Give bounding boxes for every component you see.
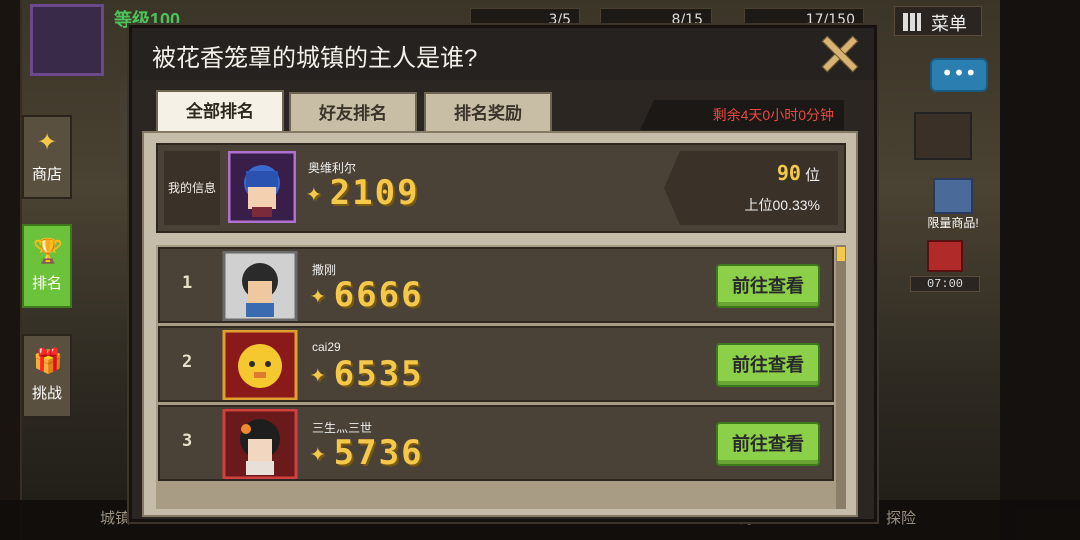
player-score: ✦ 6535 — [310, 354, 424, 394]
side-tab-shop-label: 商店 — [31, 166, 62, 183]
ranking-dialog: 被花香笼罩的城镇的主人是谁? 全部排名 好友排名 排名奖励 剩余4天0小时0分钟… — [129, 25, 877, 522]
trophy-icon: 🏆 — [33, 238, 63, 265]
my-avatar — [228, 151, 296, 223]
right-frame — [1000, 0, 1080, 540]
remaining-time: 剩余4天0小时0分钟 — [640, 100, 844, 130]
player-avatar-2[interactable] — [222, 330, 298, 400]
my-position-unit: 位 — [804, 167, 820, 184]
my-position-value: 90 — [776, 161, 801, 185]
ranking-row: 2 cai29 ✦ 6535 前往查看 — [158, 326, 834, 402]
sparkle-star-icon: ✦ — [310, 438, 328, 468]
nav-town[interactable]: 城镇 — [100, 507, 130, 528]
side-tab-rank-label: 排名 — [31, 275, 62, 292]
player-avatar-3[interactable] — [222, 409, 298, 479]
storage-box-icon[interactable] — [914, 112, 972, 160]
dialog-header: 被花香笼罩的城镇的主人是谁? — [132, 28, 874, 80]
close-x-icon[interactable] — [818, 32, 860, 74]
menu-label: 菜单 — [931, 14, 967, 35]
sparkle-icon: ✦ — [36, 129, 58, 156]
sparkle-star-icon: ✦ — [306, 178, 324, 208]
chat-bubble-icon: ••• — [941, 61, 977, 85]
my-info-label: 我的信息 — [164, 151, 220, 225]
sparkle-star-icon: ✦ — [310, 280, 328, 310]
my-info-row: 我的信息 奥维利尔 ✦ 2109 90 位 上位00.33% — [156, 143, 846, 233]
my-percentile: 上位00.33% — [744, 197, 820, 213]
scrollbar-thumb[interactable] — [837, 247, 845, 261]
grid-icon — [903, 13, 921, 31]
limited-offer[interactable]: 限量商品! — [924, 178, 982, 240]
chat-button[interactable]: ••• — [930, 58, 988, 92]
sparkle-star-icon: ✦ — [310, 359, 328, 389]
limited-label: 限量商品! — [927, 216, 979, 230]
red-gift-icon — [927, 240, 963, 272]
tab-friend-rankings[interactable]: 好友排名 — [289, 92, 417, 132]
view-button[interactable]: 前往查看 — [716, 422, 820, 466]
player-score-value: 6535 — [333, 354, 424, 394]
timed-gift[interactable]: 07:00 — [910, 240, 980, 298]
my-rank-box: 90 位 上位00.33% — [664, 151, 838, 225]
player-score: ✦ 6666 — [310, 275, 424, 315]
player-score: ✦ 5736 — [310, 433, 424, 473]
ranking-list[interactable]: 1 撒刚 ✦ 6666 前往查看 2 cai29 ✦ 6535 前往查看 3 三… — [156, 245, 846, 509]
player-name: cai29 — [312, 340, 341, 354]
side-tab-rank[interactable]: 🏆 排名 — [22, 224, 72, 308]
player-score-value: 6666 — [333, 275, 424, 315]
ranking-row: 1 撒刚 ✦ 6666 前往查看 — [158, 247, 834, 323]
player-avatar-1[interactable] — [222, 251, 298, 321]
gift-timer: 07:00 — [910, 276, 980, 292]
rank-number: 1 — [182, 273, 193, 293]
ranking-row: 3 三生灬三世 ✦ 5736 前往查看 — [158, 405, 834, 481]
limited-gift-icon — [933, 178, 973, 214]
rank-number: 2 — [182, 352, 193, 372]
list-scrollbar[interactable] — [836, 245, 846, 509]
left-frame — [0, 0, 22, 540]
tab-all-rankings[interactable]: 全部排名 — [156, 90, 284, 132]
my-score-value: 2109 — [329, 173, 420, 213]
tab-ranking-rewards[interactable]: 排名奖励 — [424, 92, 552, 132]
view-button[interactable]: 前往查看 — [716, 343, 820, 387]
ranking-content: 我的信息 奥维利尔 ✦ 2109 90 位 上位00.33% 1 撒刚 ✦ 66… — [142, 131, 858, 517]
view-button[interactable]: 前往查看 — [716, 264, 820, 308]
rank-number: 3 — [182, 431, 193, 451]
dialog-title: 被花香笼罩的城镇的主人是谁? — [152, 45, 478, 72]
my-position: 90 位 — [777, 161, 820, 185]
gift-icon: 🎁 — [33, 348, 63, 375]
player-avatar[interactable] — [30, 4, 104, 76]
side-tab-challenge[interactable]: 🎁 挑战 — [22, 334, 72, 418]
my-score: ✦ 2109 — [306, 173, 420, 213]
nav-explore[interactable]: 探险 — [886, 507, 916, 528]
menu-button[interactable]: 菜单 — [894, 6, 982, 36]
side-tab-shop[interactable]: ✦ 商店 — [22, 115, 72, 199]
side-tab-challenge-label: 挑战 — [31, 385, 62, 402]
player-score-value: 5736 — [333, 433, 424, 473]
